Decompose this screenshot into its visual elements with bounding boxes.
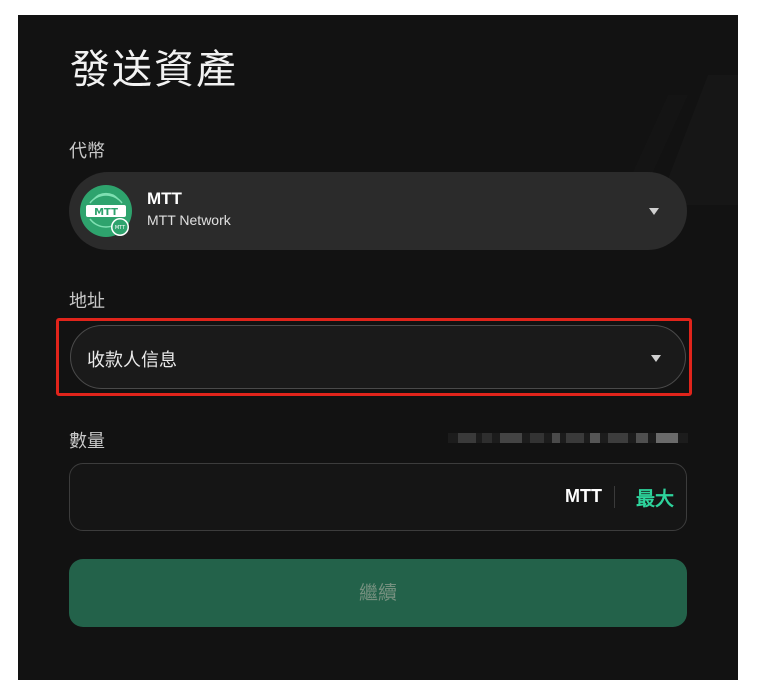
- token-logo-text: MTT: [94, 207, 118, 218]
- token-select[interactable]: MTT MTT MTT MTT Network: [69, 172, 687, 250]
- page-title: 發送資產: [70, 47, 238, 93]
- amount-label: 數量: [69, 431, 105, 452]
- token-badge-text: MTT: [115, 225, 126, 231]
- address-label: 地址: [69, 291, 105, 312]
- max-button[interactable]: 最大: [636, 484, 674, 511]
- amount-divider: [614, 486, 615, 508]
- continue-button[interactable]: 繼續: [69, 559, 687, 627]
- amount-field: MTT 最大: [69, 463, 687, 531]
- token-symbol: MTT: [147, 189, 182, 208]
- amount-unit: MTT: [565, 486, 602, 506]
- amount-input[interactable]: [84, 478, 528, 518]
- send-asset-panel: 發送資產 代幣 MTT MTT MTT MTT Network 地址 收款人信息…: [18, 15, 738, 680]
- chevron-down-icon: [651, 355, 661, 362]
- address-select[interactable]: 收款人信息: [70, 325, 686, 389]
- mtt-token-logo-icon: MTT MTT: [80, 185, 132, 237]
- address-placeholder: 收款人信息: [87, 350, 177, 371]
- token-network: MTT Network: [147, 212, 231, 228]
- token-label: 代幣: [69, 141, 105, 162]
- balance-redacted: [448, 433, 688, 443]
- chevron-down-icon: [649, 208, 659, 215]
